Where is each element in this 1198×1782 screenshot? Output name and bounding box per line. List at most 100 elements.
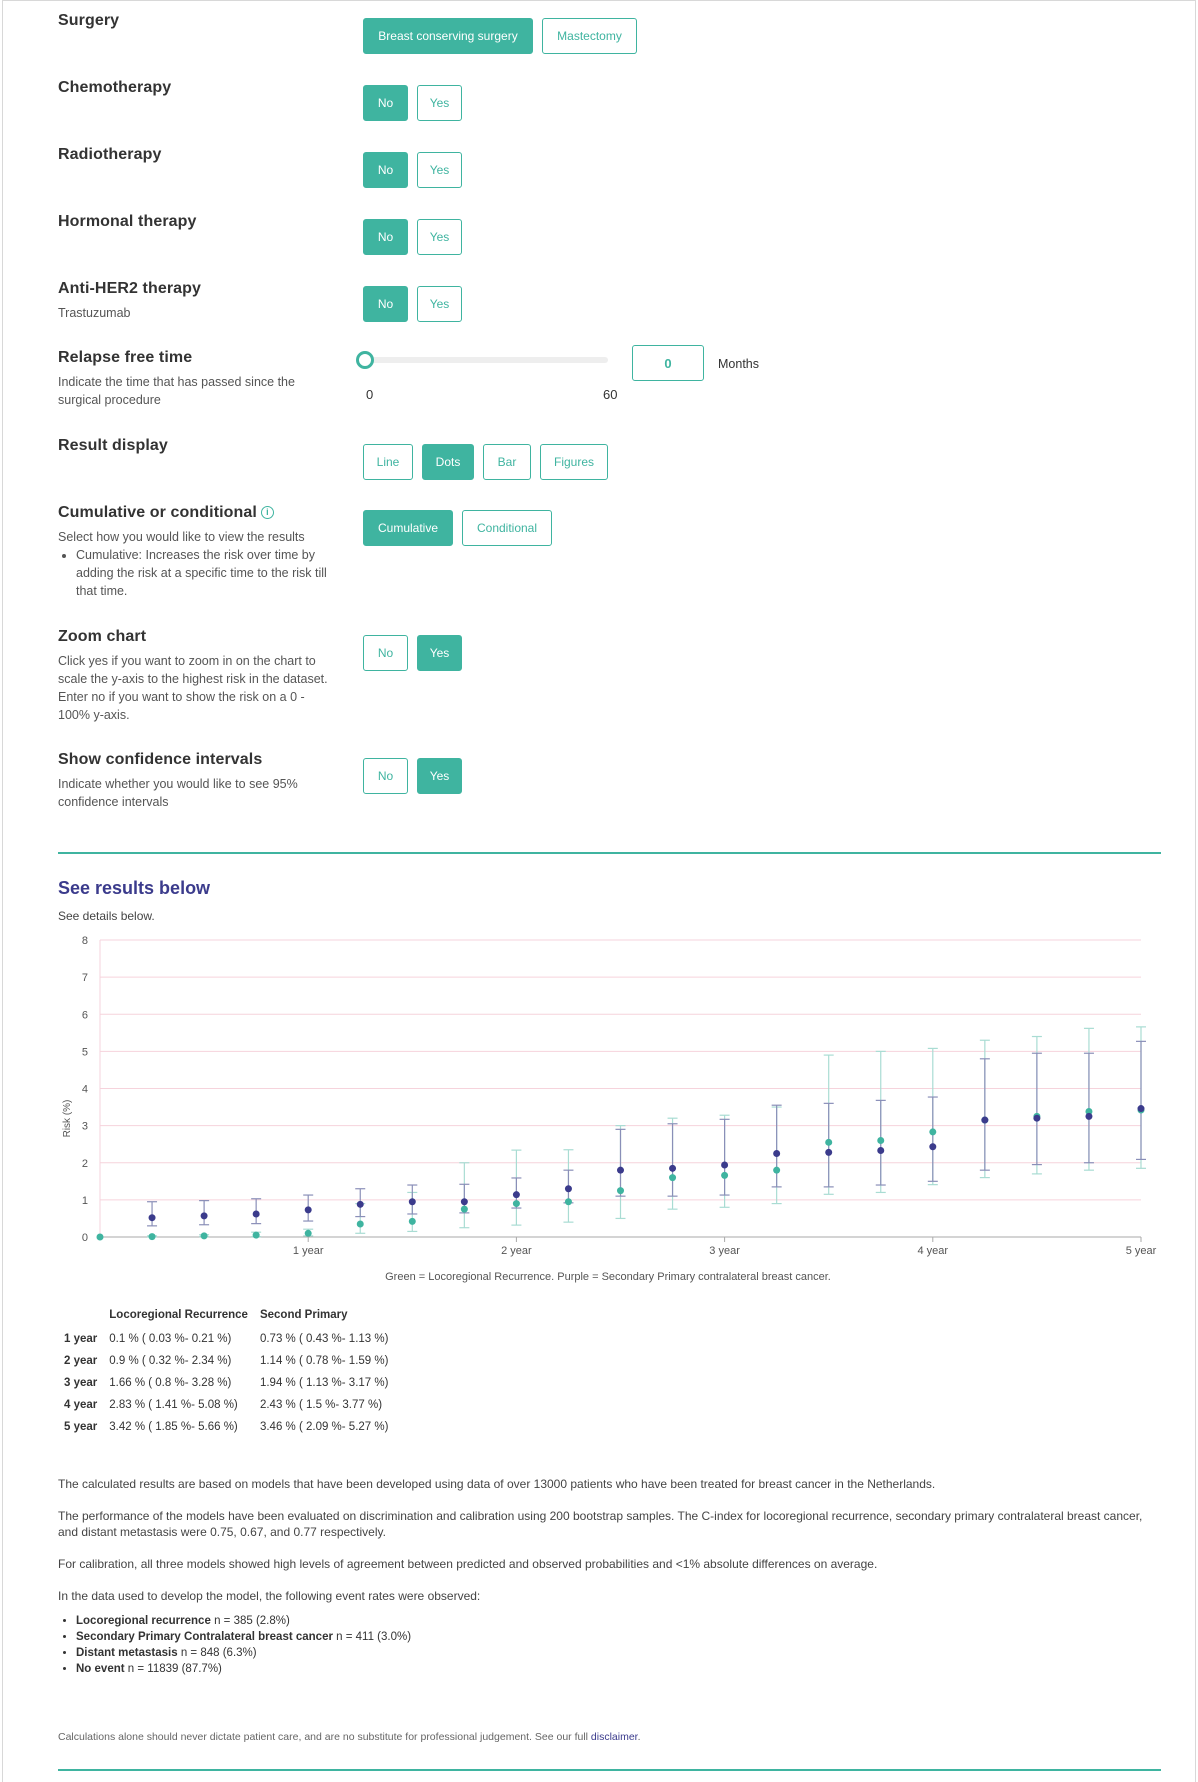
table-row: 5 year 3.42 % ( 1.85 %- 5.66 %) 3.46 % ( 2…: [58, 1416, 394, 1438]
display-line-button[interactable]: Line: [363, 444, 413, 480]
x-tick-label: 3 year: [709, 1245, 740, 1257]
display-bar-button[interactable]: Bar: [483, 444, 531, 480]
table-cell-second-primary: 0.73 % ( 0.43 %- 1.13 %): [259, 1333, 389, 1345]
confidence-intervals-description: Indicate whether you would like to see 9…: [58, 777, 298, 809]
info-paragraph-2: The performance of the models have been …: [58, 1509, 1143, 1539]
relapse-free-time-title: Relapse free time: [58, 349, 193, 366]
data-point: [460, 1205, 468, 1213]
results-title: See results below: [58, 878, 211, 898]
chemotherapy-no-button[interactable]: No: [363, 85, 408, 121]
data-point: [773, 1166, 781, 1174]
zoom-yes-button[interactable]: Yes: [417, 635, 462, 671]
table-cell-locoregional: 2.83 % ( 1.41 %- 5.08 %): [109, 1399, 238, 1411]
table-cell-second-primary: 1.14 % ( 0.78 %- 1.59 %): [259, 1355, 389, 1367]
her2-therapy-row: Anti-HER2 therapy Trastuzumab No Yes: [58, 280, 1158, 322]
data-point: [252, 1231, 260, 1239]
info-icon[interactable]: i: [260, 506, 274, 519]
event-label: Secondary Primary Contralateral breast c…: [76, 1631, 333, 1643]
info-paragraph-1: The calculated results are based on mode…: [58, 1477, 936, 1491]
radiotherapy-yes-button[interactable]: Yes: [417, 152, 462, 188]
hormonal-yes-button[interactable]: Yes: [417, 219, 462, 255]
display-figures-button[interactable]: Figures: [540, 444, 608, 480]
y-tick-label: 4: [82, 1084, 88, 1096]
hormonal-therapy-row: Hormonal therapy No Yes: [58, 213, 1158, 255]
display-dots-button[interactable]: Dots: [422, 444, 474, 480]
data-point: [825, 1138, 833, 1146]
conditional-button[interactable]: Conditional: [462, 510, 552, 546]
her2-no-button[interactable]: No: [363, 286, 408, 322]
event-label: Distant metastasis: [76, 1647, 178, 1659]
mastectomy-button[interactable]: Mastectomy: [542, 18, 637, 54]
list-item: No event n = 11839 (87.7%): [76, 1661, 411, 1677]
radiotherapy-row: Radiotherapy No Yes: [58, 146, 1158, 188]
data-point: [929, 1143, 937, 1151]
data-point: [877, 1146, 885, 1154]
event-label: No event: [76, 1663, 125, 1675]
chemotherapy-yes-button[interactable]: Yes: [417, 85, 462, 121]
zoom-no-button[interactable]: No: [363, 635, 408, 671]
event-label: Locoregional recurrence: [76, 1615, 211, 1627]
data-point: [148, 1233, 156, 1241]
risk-chart: 0 1 2 3 4 5 6 7 8 1 year 2 year 3 year 4 year 5 year R…: [62, 935, 1157, 1257]
table-header-second-primary: Second Primary: [259, 1309, 348, 1321]
table-cell-year: 1 year: [64, 1333, 98, 1345]
slider-max-label: 60: [603, 387, 618, 402]
data-point: [669, 1174, 677, 1182]
breast-conserving-surgery-button[interactable]: Breast conserving surgery: [363, 18, 533, 54]
slider-thumb[interactable]: [356, 351, 374, 369]
y-tick-label: 6: [82, 1009, 88, 1021]
data-point: [1033, 1114, 1041, 1122]
cumulative-title-wrap: Cumulative or conditional i: [58, 504, 1158, 522]
chemotherapy-row: Chemotherapy No Yes: [58, 79, 1158, 121]
ci-yes-button[interactable]: Yes: [417, 758, 462, 794]
radiotherapy-title: Radiotherapy: [58, 146, 162, 163]
result-display-title: Result display: [58, 437, 168, 454]
list-item: Locoregional recurrence n = 385 (2.8%): [76, 1613, 411, 1629]
data-point: [721, 1171, 729, 1179]
data-point: [981, 1116, 989, 1124]
x-tick-label: 4 year: [918, 1245, 949, 1257]
results-subtitle: See details below.: [58, 909, 155, 923]
x-tick-label: 1 year: [293, 1245, 324, 1257]
relapse-time-input[interactable]: 0: [632, 345, 704, 381]
x-tick-label: 2 year: [501, 1245, 532, 1257]
cumulative-button[interactable]: Cumulative: [363, 510, 453, 546]
relapse-time-slider[interactable]: [356, 351, 608, 369]
data-point: [408, 1217, 416, 1225]
y-tick-label: 2: [82, 1158, 88, 1170]
data-point: [877, 1136, 885, 1144]
data-point: [252, 1210, 260, 1218]
her2-therapy-title: Anti-HER2 therapy: [58, 280, 202, 297]
confidence-intervals-row: Show confidence intervals Indicate wheth…: [58, 751, 1158, 811]
data-point: [617, 1166, 624, 1174]
data-point: [148, 1214, 156, 1222]
ci-no-button[interactable]: No: [363, 758, 408, 794]
y-tick-label: 7: [82, 972, 88, 984]
list-item: Distant metastasis n = 848 (6.3%): [76, 1645, 411, 1661]
data-point: [200, 1212, 208, 1220]
data-point: [200, 1232, 208, 1240]
section-divider: [58, 852, 1161, 854]
her2-yes-button[interactable]: Yes: [417, 286, 462, 322]
data-point: [773, 1149, 781, 1157]
cumulative-description: Select how you would like to view the re…: [58, 530, 305, 544]
table-cell-second-primary: 2.43 % ( 1.5 %- 3.77 %): [259, 1399, 383, 1411]
disclaimer-link[interactable]: disclaimer: [591, 1731, 638, 1743]
table-cell-locoregional: 0.1 % ( 0.03 %- 0.21 %): [109, 1333, 232, 1345]
her2-therapy-subtitle: Trastuzumab: [58, 306, 131, 320]
results-table: Locoregional Recurrence Second Primary 1…: [58, 1306, 394, 1438]
zoom-chart-row: Zoom chart Click yes if you want to zoom…: [58, 628, 1158, 724]
radiotherapy-no-button[interactable]: No: [363, 152, 408, 188]
table-row: 2 year 0.9 % ( 0.32 %- 2.34 %) 1.14 % ( 0.…: [58, 1350, 394, 1372]
info-paragraph-4: In the data used to develop the model, t…: [58, 1589, 481, 1603]
hormonal-no-button[interactable]: No: [363, 219, 408, 255]
confidence-intervals-title: Show confidence intervals: [58, 751, 263, 768]
data-point: [96, 1233, 104, 1241]
cumulative-bullet-list: Cumulative: Increases the risk over time…: [76, 546, 338, 600]
data-point: [356, 1220, 364, 1228]
table-row: 1 year 0.1 % ( 0.03 %- 0.21 %) 0.73 % ( 0.…: [58, 1328, 394, 1350]
table-row: 4 year 2.83 % ( 1.41 %- 5.08 %) 2.43 % ( 1…: [58, 1394, 394, 1416]
table-cell-locoregional: 0.9 % ( 0.32 %- 2.34 %): [109, 1355, 232, 1367]
months-unit-label: Months: [718, 357, 759, 371]
data-point: [825, 1148, 833, 1156]
